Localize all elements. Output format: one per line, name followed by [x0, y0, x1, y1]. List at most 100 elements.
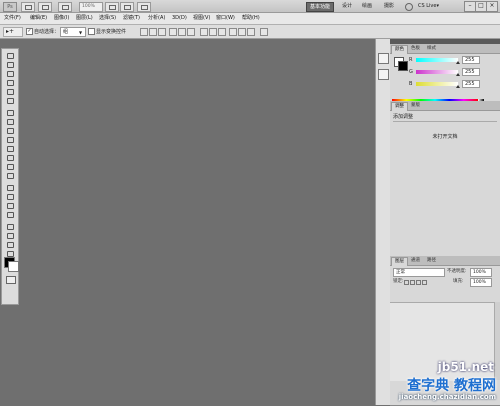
tab-masks[interactable]: 蒙版: [408, 102, 423, 110]
launch-bridge-icon[interactable]: [21, 2, 35, 12]
menu-file[interactable]: 文件(F): [4, 14, 21, 23]
distribute-right-icon[interactable]: [247, 28, 255, 36]
tab-paths[interactable]: 路径: [424, 257, 439, 265]
red-value-field[interactable]: 255: [462, 56, 480, 64]
tab-adjustments[interactable]: 调整: [391, 102, 408, 111]
cs-live-button[interactable]: CS Live▾: [418, 2, 439, 10]
menu-window[interactable]: 窗口(W): [216, 14, 235, 23]
show-transform-option[interactable]: 显示变换控件: [88, 28, 126, 36]
red-slider-row: R 255: [392, 56, 498, 64]
menu-layer[interactable]: 图层(L): [76, 14, 93, 23]
distribute-vertical-center-icon[interactable]: [209, 28, 217, 36]
search-help-icon[interactable]: [405, 3, 413, 11]
launch-mini-bridge-icon[interactable]: [38, 2, 52, 12]
menu-analysis[interactable]: 分析(A): [148, 14, 165, 23]
align-left-icon[interactable]: [169, 28, 177, 36]
3d-rotate-tool-icon[interactable]: [5, 223, 15, 230]
menu-image[interactable]: 图像(I): [54, 14, 69, 23]
eraser-tool-icon[interactable]: [5, 145, 15, 152]
auto-select-checkbox[interactable]: ✓: [26, 28, 33, 35]
menu-view[interactable]: 视图(V): [193, 14, 210, 23]
tab-swatches[interactable]: 色板: [408, 45, 423, 53]
tab-channels[interactable]: 通道: [408, 257, 423, 265]
distribute-top-icon[interactable]: [200, 28, 208, 36]
history-panel-icon[interactable]: [378, 53, 389, 64]
zoom-level-select[interactable]: 100%: [79, 2, 103, 12]
menu-edit[interactable]: 编辑(E): [30, 14, 47, 23]
align-bottom-icon[interactable]: [158, 28, 166, 36]
blur-tool-icon[interactable]: [5, 163, 15, 170]
auto-align-layers-icon[interactable]: [260, 28, 268, 36]
align-right-icon[interactable]: [187, 28, 195, 36]
brush-tool-icon[interactable]: [5, 118, 15, 125]
spot-healing-tool-icon[interactable]: [5, 109, 15, 116]
hand-tool-icon[interactable]: [105, 2, 119, 12]
lock-all-icon[interactable]: [422, 280, 427, 285]
green-value-field[interactable]: 255: [462, 68, 480, 76]
fill-field[interactable]: 100%: [470, 278, 492, 287]
blue-value-field[interactable]: 255: [462, 80, 480, 88]
dodge-tool-icon[interactable]: [5, 172, 15, 179]
blend-mode-select[interactable]: 正常: [393, 268, 445, 277]
background-color-swatch[interactable]: [8, 261, 19, 272]
opacity-field[interactable]: 100%: [470, 268, 492, 277]
type-tool-icon[interactable]: [5, 193, 15, 200]
green-slider[interactable]: [416, 70, 458, 74]
tab-layers[interactable]: 图层: [391, 257, 408, 266]
rectangular-marquee-tool-icon[interactable]: [5, 61, 15, 68]
workspace-essentials-button[interactable]: 基本功能: [306, 2, 335, 12]
menu-3d[interactable]: 3D(D): [172, 14, 187, 23]
rectangle-tool-icon[interactable]: [5, 211, 15, 218]
show-transform-checkbox[interactable]: [88, 28, 95, 35]
actions-panel-icon[interactable]: [378, 69, 389, 80]
workspace-photography-button[interactable]: 摄影: [381, 2, 397, 10]
chevron-down-icon: ▼: [79, 30, 83, 35]
hand-tool-icon[interactable]: [5, 241, 15, 248]
clone-stamp-tool-icon[interactable]: [5, 127, 15, 134]
lock-image-icon[interactable]: [410, 280, 415, 285]
align-top-icon[interactable]: [140, 28, 148, 36]
tab-styles[interactable]: 样式: [424, 45, 439, 53]
workspace-design-button[interactable]: 设计: [339, 2, 355, 10]
3d-orbit-tool-icon[interactable]: [5, 232, 15, 239]
blue-slider[interactable]: [416, 82, 458, 86]
view-extras-icon[interactable]: [58, 2, 72, 12]
tools-panel: [1, 48, 19, 305]
move-tool-icon[interactable]: [5, 52, 15, 59]
blue-slider-thumb[interactable]: [456, 85, 460, 88]
workspace-painting-button[interactable]: 绘画: [359, 2, 375, 10]
zoom-tool-icon[interactable]: [5, 250, 15, 257]
tab-color[interactable]: 颜色: [391, 45, 408, 54]
window-controls: – □ ×: [464, 1, 498, 12]
path-selection-tool-icon[interactable]: [5, 202, 15, 209]
pen-tool-icon[interactable]: [5, 184, 15, 191]
green-slider-thumb[interactable]: [456, 73, 460, 76]
red-slider-thumb[interactable]: [456, 61, 460, 64]
auto-select-option[interactable]: ✓ 自动选择：: [26, 28, 59, 36]
distribute-bottom-icon[interactable]: [218, 28, 226, 36]
options-bar: ▸+ ✓ 自动选择： 组 ▼ 显示变换控件: [0, 25, 500, 39]
color-panel: 颜色 色板 样式 R 255 G 255 B 255: [390, 44, 500, 105]
auto-select-target-select[interactable]: 组: [60, 27, 86, 37]
menu-help[interactable]: 帮助(H): [242, 14, 260, 23]
quick-mask-icon[interactable]: [6, 276, 16, 284]
arrange-documents-icon[interactable]: [120, 2, 134, 12]
eyedropper-tool-icon[interactable]: [5, 97, 15, 104]
gradient-tool-icon[interactable]: [5, 154, 15, 161]
menu-select[interactable]: 选择(S): [99, 14, 116, 23]
distribute-left-icon[interactable]: [229, 28, 237, 36]
distribute-horizontal-center-icon[interactable]: [238, 28, 246, 36]
close-button[interactable]: ×: [486, 1, 498, 12]
crop-tool-icon[interactable]: [5, 88, 15, 95]
history-brush-tool-icon[interactable]: [5, 136, 15, 143]
screen-mode-icon[interactable]: [137, 2, 151, 12]
lasso-tool-icon[interactable]: [5, 70, 15, 77]
menu-filter[interactable]: 滤镜(T): [123, 14, 140, 23]
lock-transparent-icon[interactable]: [404, 280, 409, 285]
align-horizontal-center-icon[interactable]: [178, 28, 186, 36]
lock-position-icon[interactable]: [416, 280, 421, 285]
tool-preset-picker[interactable]: ▸+: [3, 27, 23, 37]
align-vertical-center-icon[interactable]: [149, 28, 157, 36]
red-slider[interactable]: [416, 58, 458, 62]
quick-selection-tool-icon[interactable]: [5, 79, 15, 86]
